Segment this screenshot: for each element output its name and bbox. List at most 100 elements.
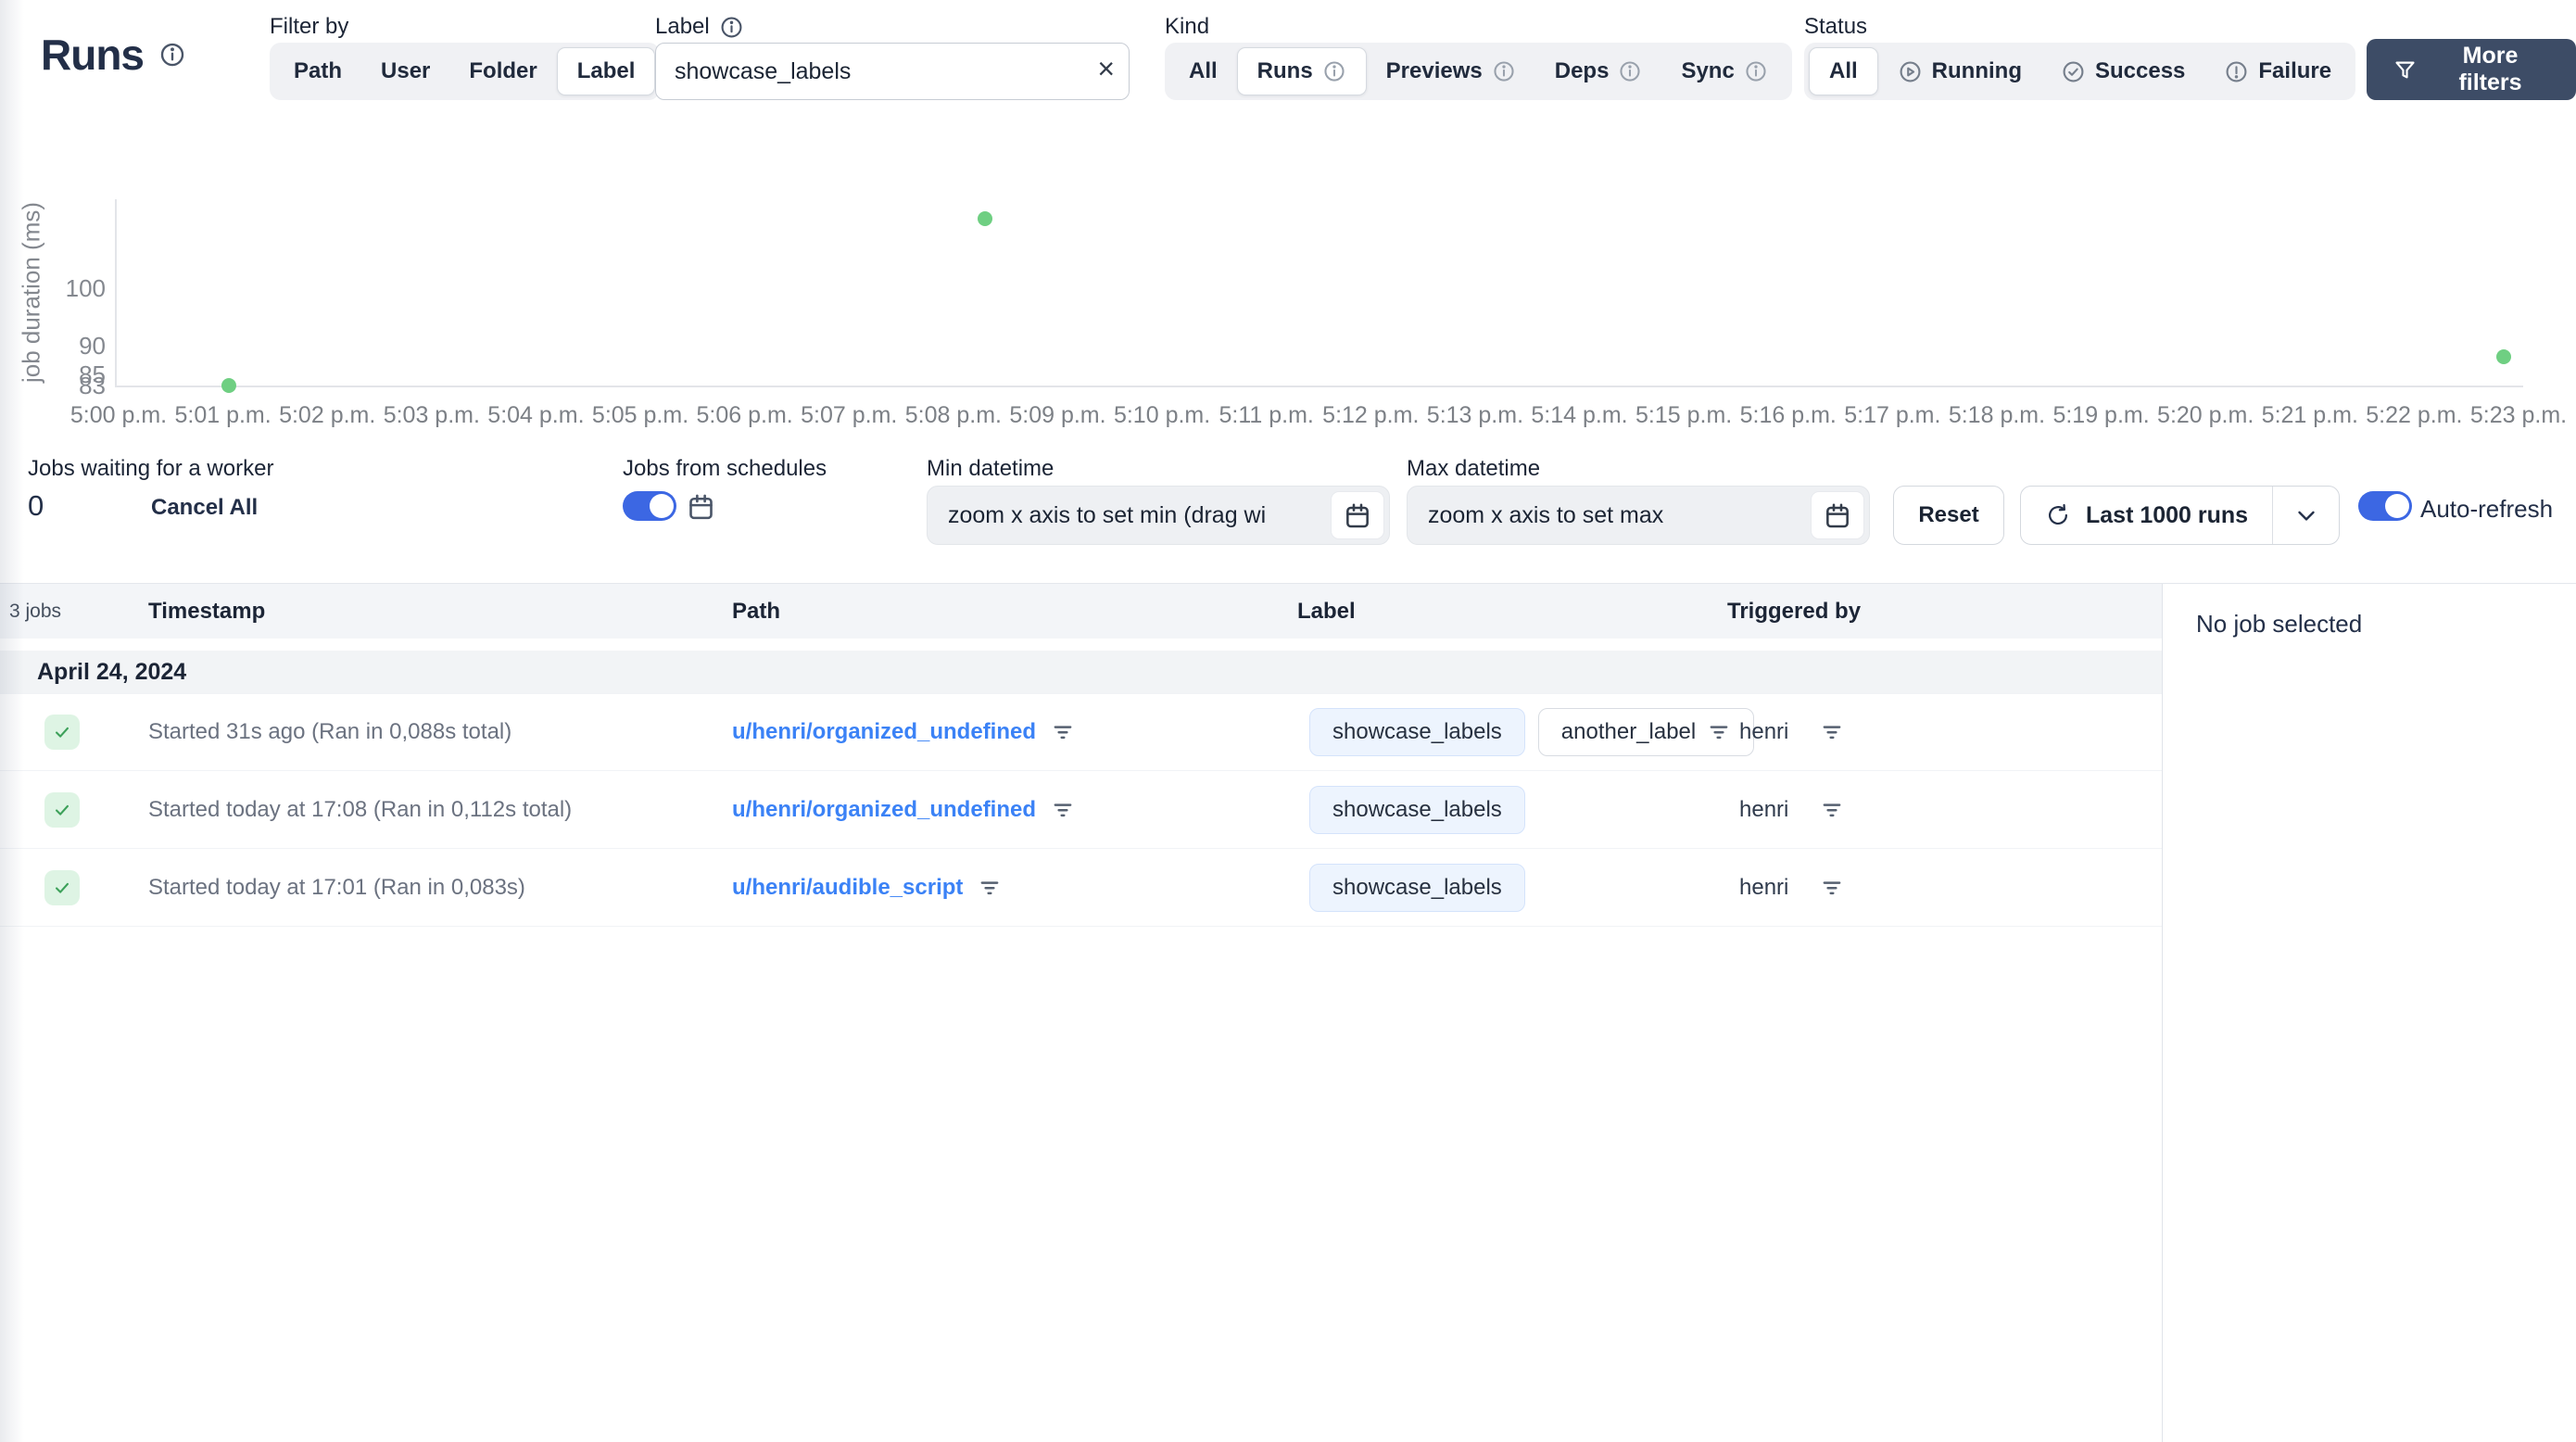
segment-label: All [1829,58,1858,83]
jobs-waiting-label: Jobs waiting for a worker [28,456,274,481]
triggered-by: henri [1739,874,1789,900]
segment-label: Folder [469,58,537,83]
max-datetime-input[interactable] [1408,487,1869,544]
chart-x-tick: 5:08 p.m. [904,402,1002,428]
check-icon [55,727,69,738]
calendar-icon [689,494,713,520]
filter-icon[interactable] [1820,720,1844,744]
auto-refresh-toggle[interactable] [2358,491,2412,521]
segment-label: Runs [1256,58,1313,83]
filter-icon[interactable] [1820,798,1844,822]
chart-x-tick: 5:11 p.m. [1219,402,1314,428]
label-chip: showcase_labels [1309,708,1525,756]
run-path-link[interactable]: u/henri/audible_script [732,875,963,901]
filter-icon[interactable] [1820,876,1844,900]
no-job-selected-text: No job selected [2196,610,2363,638]
info-icon [721,17,742,37]
label-filter-input[interactable] [655,43,1130,100]
max-datetime-label: Max datetime [1407,456,1541,481]
run-path-link[interactable]: u/henri/organized_undefined [732,719,1036,745]
chart-y-tick: 100 [65,273,106,302]
table-row[interactable]: Started today at 17:08 (Ran in 0,112s to… [0,771,2162,849]
chart-data-point[interactable] [221,378,237,393]
calendar-icon[interactable] [686,491,716,522]
segment-path[interactable]: Path [274,47,361,95]
segment-label[interactable]: Label [556,47,656,95]
filters-header: Runs Filter by Path User Folder Label Label… [0,0,2576,109]
run-path-link[interactable]: u/henri/organized_undefined [732,797,1036,823]
segment-runs[interactable]: Runs [1236,47,1367,95]
chart-x-tick: 5:13 p.m. [1426,402,1524,428]
runs-table: 3 jobs Timestamp Path Label Triggered by Apr… [0,584,2162,1442]
segment-all[interactable]: All [1809,47,1878,95]
filter-lines-icon [1824,880,1841,894]
more-filters-button[interactable]: More filters [2367,39,2576,100]
funnel-icon [2393,57,2418,82]
success-check-badge [44,715,80,750]
clear-icon[interactable]: × [1097,52,1115,86]
calendar-icon[interactable] [1331,491,1384,539]
segment-folder[interactable]: Folder [449,47,556,95]
last-runs-button[interactable]: Last 1000 runs [2021,487,2272,544]
kind-label: Kind [1165,14,1210,39]
chart-x-tick: 5:09 p.m. [1009,402,1106,428]
chart-x-tick: 5:05 p.m. [591,402,689,428]
status-running-icon [1900,61,1921,82]
segment-label: All [1189,58,1218,83]
status-failure-icon [2226,61,2247,82]
table-row[interactable]: Started 31s ago (Ran in 0,088s total) u/h… [0,693,2162,771]
segment-label: Success [2094,58,2186,83]
triggered-by: henri [1739,796,1789,822]
duration-chart[interactable]: job duration (ms) 5:00 p.m. 5:01 p.m. 5:02… [0,109,2576,443]
segment-previews[interactable]: Previews [1367,47,1535,95]
calendar-icon[interactable] [1811,491,1864,539]
chart-y-tick: 90 [79,331,106,360]
chart-x-tick: 5:16 p.m. [1739,402,1837,428]
filter-lines-icon [1824,803,1841,816]
chart-data-point[interactable] [2496,349,2512,364]
cancel-all-button[interactable]: Cancel All [151,495,258,521]
refresh-split-button: Last 1000 runs [2020,486,2341,545]
segment-failure[interactable]: Failure [2204,47,2351,95]
run-timestamp: Started today at 17:08 (Ran in 0,112s to… [148,796,573,822]
chart-data-point[interactable] [977,211,992,227]
reset-button[interactable]: Reset [1893,486,2004,545]
jobs-from-schedules-toggle[interactable] [623,491,676,521]
table-header: 3 jobs Timestamp Path Label Triggered by [0,584,2162,639]
segment-success[interactable]: Success [2041,47,2204,95]
segment-user[interactable]: User [361,47,449,95]
chart-x-tick: 5:04 p.m. [487,402,585,428]
chevron-down-icon[interactable] [2272,487,2339,544]
segment-sync[interactable]: Sync [1661,47,1787,95]
chart-x-tick: 5:18 p.m. [1948,402,2046,428]
segment-all[interactable]: All [1169,47,1237,95]
info-icon [158,41,186,69]
check-icon [55,804,69,816]
chart-x-tick: 5:03 p.m. [383,402,480,428]
filter-icon[interactable] [1051,798,1075,822]
chart-x-tick: 5:22 p.m. [2366,402,2463,428]
segment-label: Label [576,58,636,83]
filter-lines-icon [1054,726,1072,740]
min-datetime-field [927,486,1390,545]
segment-label: Running [1931,58,2022,83]
column-header-path: Path [732,598,781,624]
chart-y-axis [115,199,117,386]
chart-x-tick: 5:06 p.m. [696,402,793,428]
chart-x-tick: 5:10 p.m. [1113,402,1211,428]
min-datetime-input[interactable] [928,487,1389,544]
run-timestamp: Started today at 17:01 (Ran in 0,083s) [148,874,525,900]
column-header-label: Label [1297,598,1356,624]
segment-deps[interactable]: Deps [1535,47,1662,95]
success-check-badge [44,869,80,905]
table-row[interactable]: Started today at 17:01 (Ran in 0,083s) u/… [0,849,2162,927]
filter-icon[interactable] [1051,720,1075,744]
chart-x-tick: 5:19 p.m. [2052,402,2150,428]
label-filter-group: Label × [655,11,1130,100]
segment-running[interactable]: Running [1878,47,2041,95]
filter-by-group: Filter by Path User Folder Label [270,11,661,100]
chart-x-tick: 5:14 p.m. [1531,402,1628,428]
status-segmented: All Running Success Failure [1804,43,2356,100]
segment-label: Previews [1385,58,1483,83]
filter-icon[interactable] [978,876,1002,900]
